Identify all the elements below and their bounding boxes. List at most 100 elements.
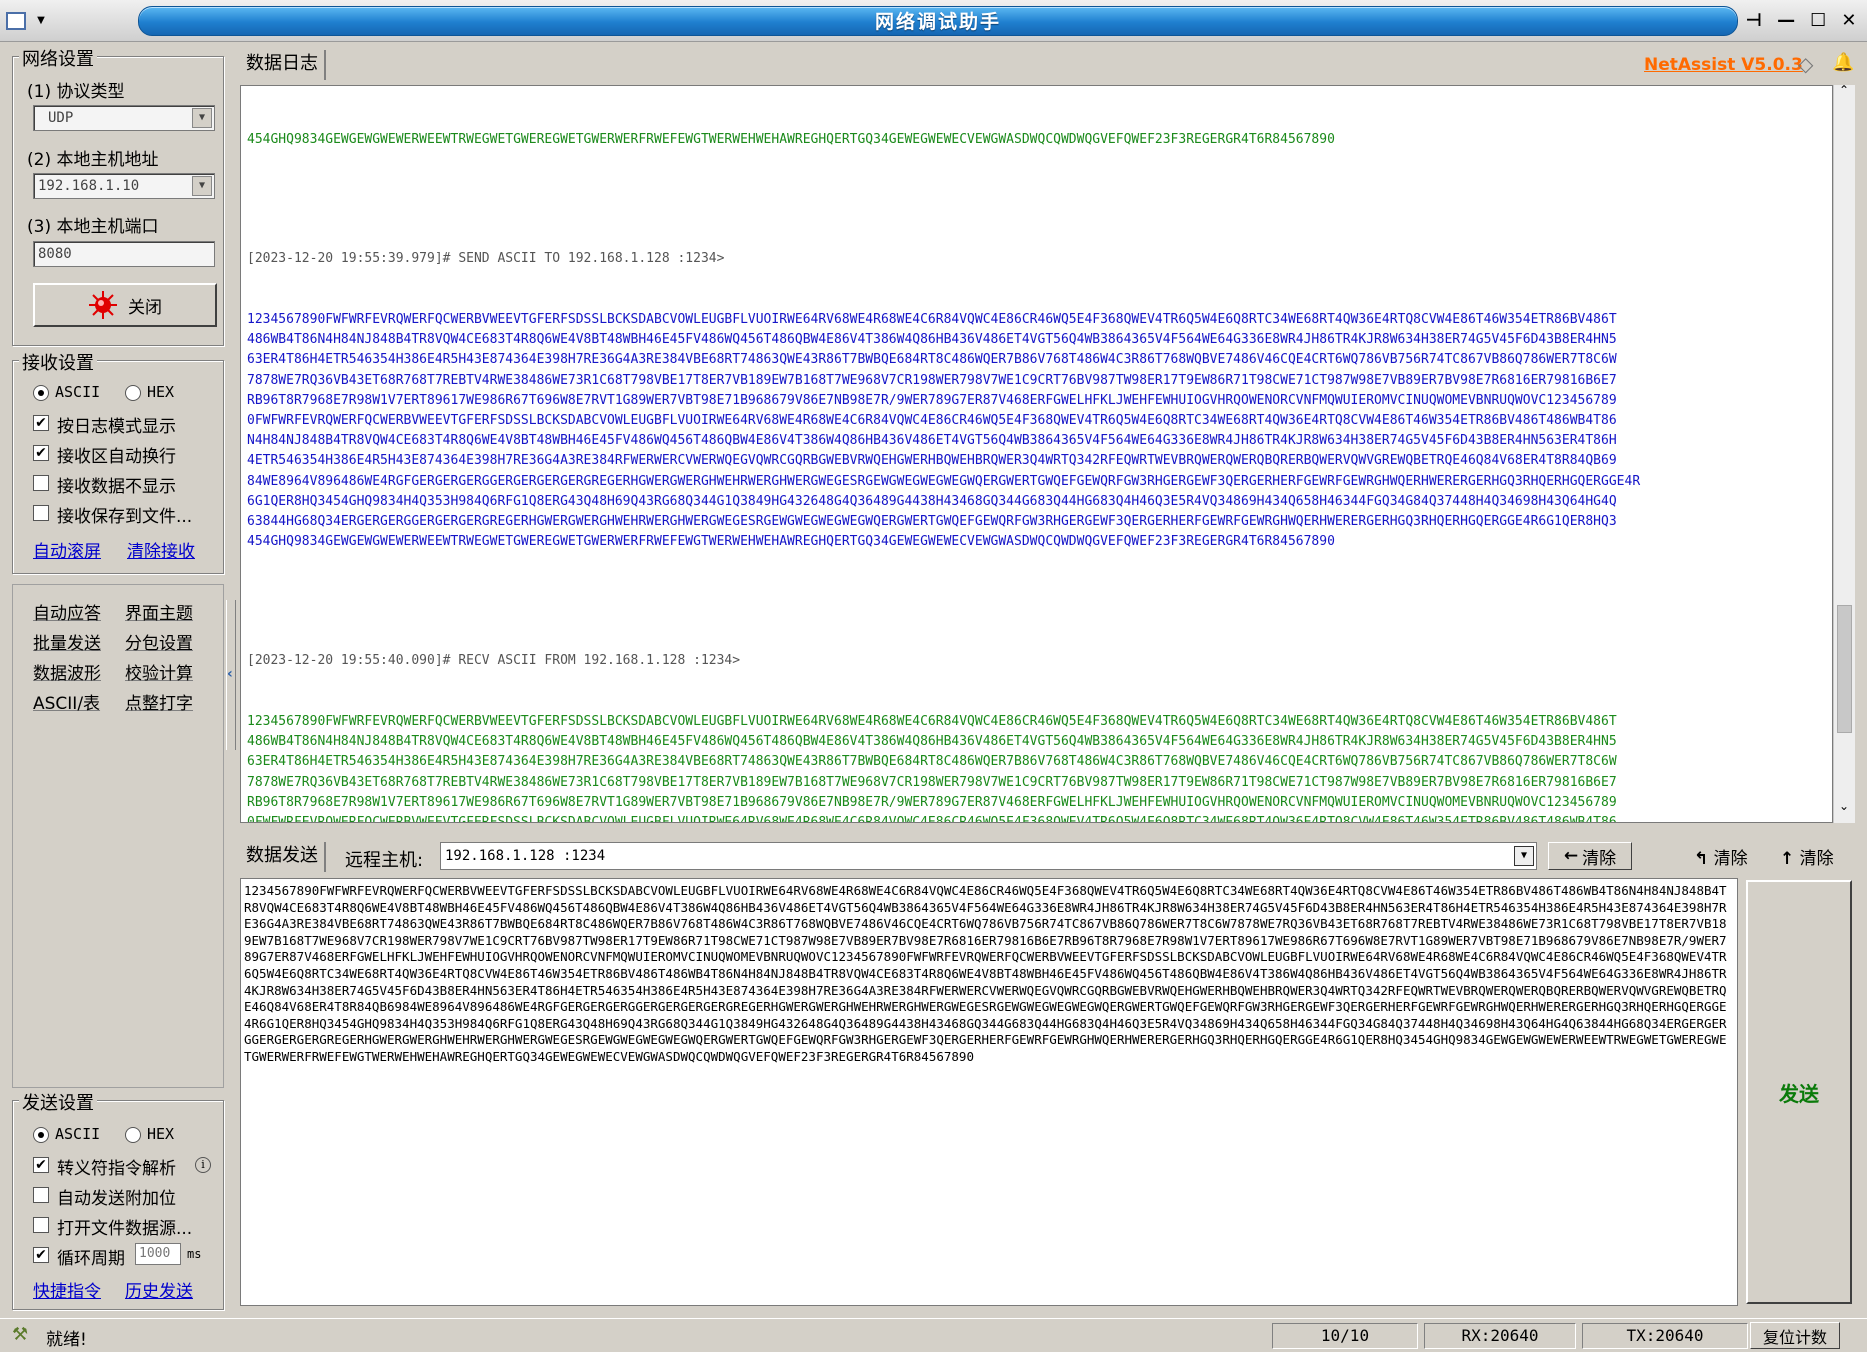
info-icon[interactable]: i	[195, 1157, 211, 1173]
bell-icon[interactable]: 🔔	[1832, 52, 1854, 73]
dot-matrix-link[interactable]: 点整打字	[125, 689, 193, 714]
network-settings-group: 网络设置 (1) 协议类型 UDP ▼ (2) 本地主机地址 192.168.1…	[12, 45, 224, 346]
escape-parse-checkbox[interactable]: ✔	[33, 1157, 49, 1173]
close-connection-button[interactable]: 关闭	[33, 283, 217, 327]
send-button[interactable]: 发送	[1746, 880, 1852, 1304]
shortcuts-link[interactable]: 快捷指令	[33, 1277, 101, 1302]
log-line: 7878WE7RQ36VB43ET68R768T7REBTV4RWE38486W…	[247, 372, 1617, 388]
close-icon[interactable]: ✕	[1841, 10, 1856, 31]
maximize-icon[interactable]: ☐	[1810, 10, 1826, 31]
protocol-label: (1) 协议类型	[27, 82, 125, 102]
auto-wrap-checkbox[interactable]: ✔	[33, 445, 49, 461]
history-link[interactable]: 历史发送	[125, 1277, 193, 1302]
pin-icon[interactable]: ⊣	[1746, 10, 1762, 31]
log-mode-checkbox[interactable]: ✔	[33, 415, 49, 431]
chevron-up-icon[interactable]: ⌃	[1839, 83, 1849, 97]
remote-host-select[interactable]: 192.168.1.128 :1234 ▼	[440, 842, 1537, 870]
log-line: 486WB4T86N4H84NJ848B4TR8VQW4CE683T4R8Q6W…	[247, 332, 1617, 348]
log-line: 486WB4T86N4H84NJ848B4TR8VQW4CE683T4R8Q6W…	[247, 734, 1617, 750]
append-bits-checkbox[interactable]	[33, 1187, 49, 1203]
receive-hex-radio[interactable]	[125, 385, 141, 401]
arrow-left-icon: ←	[1563, 846, 1579, 866]
hide-data-label: 接收数据不显示	[57, 477, 176, 497]
port-label: (3) 本地主机端口	[27, 217, 159, 237]
chevron-left-icon: ‹	[227, 666, 233, 682]
reset-count-button[interactable]: 复位计数	[1750, 1322, 1840, 1349]
append-bits-label: 自动发送附加位	[57, 1189, 176, 1209]
ascii-table-link[interactable]: ASCII/表	[33, 689, 100, 714]
clear-remote-button[interactable]: ← 清除	[1548, 842, 1632, 870]
theme-link[interactable]: 界面主题	[125, 599, 193, 624]
clear-remote-label: 清除	[1582, 848, 1617, 869]
cycle-input[interactable]: 1000	[135, 1243, 181, 1265]
log-line: 4ETR546354H386E4R5H43E874364E398H7RE36G4…	[247, 453, 1617, 469]
auto-reply-link[interactable]: 自动应答	[33, 599, 101, 624]
save-to-file-checkbox[interactable]	[33, 505, 49, 521]
remote-host-label: 远程主机:	[345, 850, 424, 871]
clear-history-button[interactable]: ↑ 清除	[1780, 844, 1834, 869]
minimize-icon[interactable]: —	[1777, 10, 1795, 31]
reset-count-label: 复位计数	[1762, 1327, 1827, 1347]
log-line: 454GHQ9834GEWGEWGWEWERWEEWTRWEGWETGWEREG…	[247, 534, 1335, 550]
clear-receive-link[interactable]: 清除接收	[127, 537, 195, 562]
log-line: 6G1QER8HQ3454GHQ9834H4Q353H984Q6RFG1Q8ER…	[247, 493, 1617, 509]
receive-settings-group: 接收设置 ASCII HEX ✔ 按日志模式显示 ✔ 接收区自动换行 接收数据不…	[12, 349, 224, 574]
clear-send-button[interactable]: ↰ 清除	[1694, 844, 1748, 869]
log-tab[interactable]: 数据日志	[240, 50, 326, 80]
app-icon	[6, 11, 26, 30]
log-line: 84WE8964V896486WE4RGFGERGERGERGGERGERGER…	[247, 473, 1641, 489]
hide-data-checkbox[interactable]	[33, 475, 49, 491]
system-menu[interactable]: ▼	[6, 6, 70, 34]
chevron-down-icon: ▼	[37, 14, 45, 26]
log-scroll-thumb[interactable]	[1837, 605, 1852, 733]
tx-count: TX:20640	[1582, 1323, 1748, 1349]
send-input[interactable]: 1234567890FWFWRFEVRQWERFQCWERBVWEEVTGFER…	[240, 878, 1738, 1306]
packet-settings-link[interactable]: 分包设置	[125, 629, 193, 654]
log-mode-label: 按日志模式显示	[57, 417, 176, 437]
batch-send-link[interactable]: 批量发送	[33, 629, 101, 654]
autoscroll-link[interactable]: 自动滚屏	[33, 537, 101, 562]
file-source-checkbox[interactable]	[33, 1217, 49, 1233]
log-line: RB96T8R7968E7R98W1V7ERT89617WE986R67T696…	[247, 392, 1617, 408]
network-settings-title: 网络设置	[19, 45, 97, 71]
send-hex-radio[interactable]	[125, 1127, 141, 1143]
status-bar: ⚒ 就绪! 10/10 RX:20640 TX:20640 复位计数	[0, 1318, 1867, 1352]
send-ascii-radio[interactable]	[33, 1127, 49, 1143]
log-scrollbar[interactable]: ⌃ ⌄	[1833, 83, 1855, 823]
send-log-payload: 1234567890FWFWRFEVRQWERFQCWERBVWEEVTGFER…	[247, 310, 1826, 552]
panel-splitter[interactable]: ‹	[226, 600, 236, 750]
log-line: 0FWFWRFEVRQWERFQCWERBVWEEVTGFERFSDSSLBCK…	[247, 814, 1617, 823]
send-tab[interactable]: 数据发送	[240, 842, 326, 872]
brand-label[interactable]: NetAssist V5.0.3	[1644, 55, 1803, 75]
auto-wrap-label: 接收区自动换行	[57, 447, 176, 467]
checksum-link[interactable]: 校验计算	[125, 659, 193, 684]
host-select[interactable]: 192.168.1.10 ▼	[33, 173, 215, 199]
send-settings-group: 发送设置 ASCII HEX ✔ 转义符指令解析 i 自动发送附加位 打开文件数…	[12, 1089, 224, 1310]
recv-log-header: [2023-12-20 19:55:40.090]# RECV ASCII FR…	[247, 653, 741, 669]
chevron-down-icon[interactable]: ⌄	[1839, 799, 1849, 813]
receive-hex-label: HEX	[147, 383, 175, 401]
protocol-value: UDP	[48, 110, 74, 126]
log-tab-label: 数据日志	[246, 53, 318, 74]
cycle-checkbox[interactable]: ✔	[33, 1247, 49, 1263]
diamond-icon[interactable]: ◇	[1798, 52, 1813, 76]
send-button-label: 发送	[1779, 1081, 1819, 1106]
port-input[interactable]: 8080	[33, 241, 215, 267]
rx-count: RX:20640	[1424, 1323, 1576, 1349]
chevron-down-icon: ▼	[192, 176, 212, 196]
send-input-text: 1234567890FWFWRFEVRQWERFQCWERBVWEEVTGFER…	[244, 883, 1727, 1064]
window-controls: ⊣ — ☐ ✕	[1738, 6, 1864, 34]
send-settings-title: 发送设置	[19, 1089, 97, 1115]
send-ascii-label: ASCII	[55, 1125, 101, 1143]
log-line: 0FWFWRFEVRQWERFQCWERBVWEEVTGFERFSDSSLBCK…	[247, 413, 1617, 429]
window-title: 网络调试助手	[874, 11, 1001, 33]
receive-settings-title: 接收设置	[19, 349, 97, 375]
send-tab-label: 数据发送	[246, 845, 318, 866]
log-line: N4H84NJ848B4TR8VQW4CE683T4R8Q6WE4V8BT48W…	[247, 433, 1617, 449]
waveform-link[interactable]: 数据波形	[33, 659, 101, 684]
receive-ascii-radio[interactable]	[33, 385, 49, 401]
receive-log[interactable]: 454GHQ9834GEWGEWGWEWERWEEWTRWEGWETGWEREG…	[240, 85, 1833, 823]
protocol-select[interactable]: UDP ▼	[33, 105, 215, 131]
chevron-down-icon: ▼	[192, 108, 212, 128]
send-log-header: [2023-12-20 19:55:39.979]# SEND ASCII TO…	[247, 251, 725, 267]
